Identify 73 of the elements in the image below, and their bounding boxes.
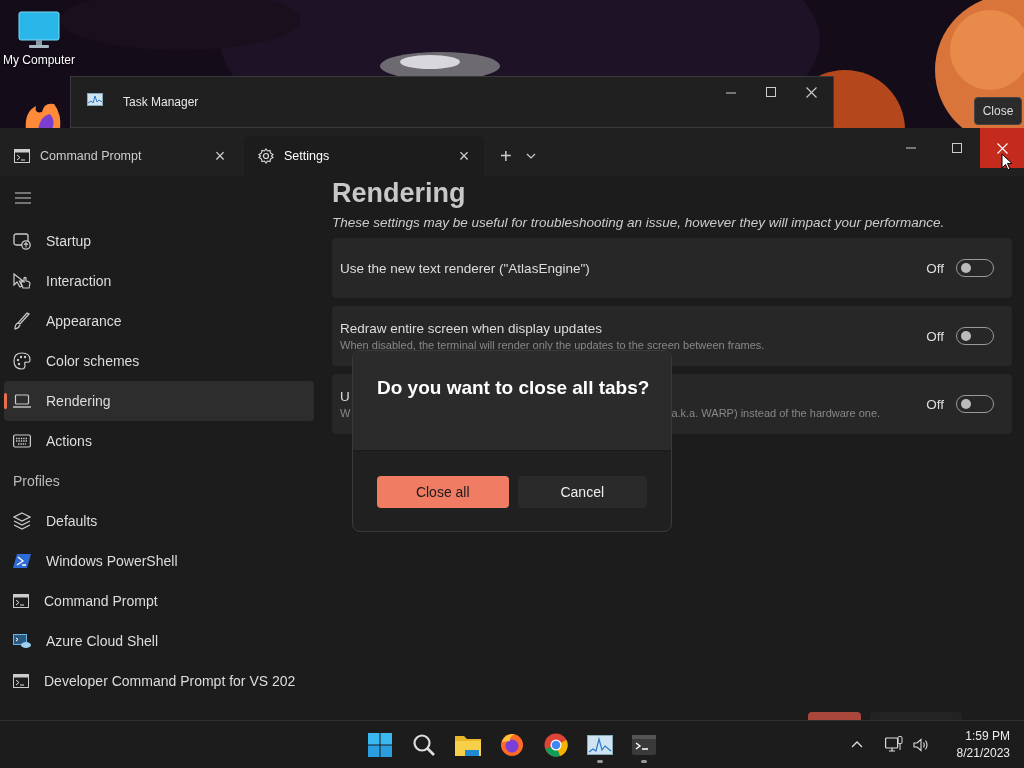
maximize-icon [952, 143, 962, 153]
tab-close-button[interactable]: × [456, 145, 472, 167]
window-title: Task Manager [123, 95, 199, 109]
monitor-network-icon[interactable] [884, 736, 903, 753]
search-icon[interactable] [413, 733, 435, 756]
chart-window-icon [87, 93, 103, 106]
fox-globe-icon[interactable] [500, 732, 524, 757]
sidebar-item[interactable]: Defaults [4, 501, 314, 541]
console-icon [13, 594, 29, 608]
chevron-up-icon[interactable] [850, 741, 863, 748]
sidebar-item[interactable]: Command Prompt [4, 581, 314, 621]
chevron-down-icon[interactable] [525, 153, 536, 159]
minimize-icon [906, 147, 916, 149]
desktop-icon-label[interactable]: My Computer [3, 53, 75, 67]
running-indicator [641, 760, 647, 763]
close-icon[interactable] [806, 87, 817, 98]
keyboard-icon [13, 434, 31, 448]
setting-description: a.k.a. WARP) instead of the hardware one. [671, 407, 881, 419]
section-heading: Profiles [12, 472, 61, 491]
toggle-state-label: Off [926, 260, 944, 276]
sidebar-item[interactable]: Color schemes [4, 341, 314, 381]
sidebar-item[interactable]: Rendering [4, 381, 314, 421]
terminal-icon[interactable] [632, 734, 656, 755]
tab-close-button[interactable]: × [212, 145, 228, 167]
new-tab-button[interactable]: + [500, 136, 512, 176]
tooltip: Close [974, 97, 1022, 125]
close-icon [996, 142, 1008, 154]
setting-description: W [340, 407, 351, 419]
pointer-hand-icon [13, 273, 31, 289]
speaker-icon[interactable] [912, 737, 929, 752]
monitor-icon[interactable] [17, 10, 61, 50]
tab[interactable]: Command Prompt × [0, 136, 240, 176]
page-title: Rendering [332, 177, 467, 209]
clock-time[interactable]: 1:59 PM [965, 729, 1010, 743]
laptop-icon [13, 394, 31, 408]
maximize-icon[interactable] [766, 87, 776, 97]
setting-title: U [340, 389, 350, 404]
sidebar-item[interactable]: Windows PowerShell [4, 541, 314, 581]
cloud-console-icon [13, 634, 31, 648]
clock-date[interactable]: 8/21/2023 [956, 746, 1010, 760]
dialog-title: Do you want to close all tabs? [377, 377, 651, 399]
toggle-state-label: Off [926, 328, 944, 344]
window-arrow-icon [13, 232, 31, 250]
close-all-button[interactable]: Close all [377, 476, 509, 508]
page-subtitle: These settings may be useful for troubleshooting an issue, however they will impact your performance. [332, 215, 946, 230]
menu-icon[interactable] [15, 192, 31, 204]
powershell-icon [13, 554, 31, 568]
cancel-button[interactable]: Cancel [517, 476, 647, 508]
setting-title: Use the new text renderer ("AtlasEngine") [340, 260, 590, 276]
sidebar-item[interactable]: Developer Command Prompt for VS 202 [4, 661, 314, 701]
sidebar-item[interactable]: Actions [4, 421, 314, 461]
sidebar-item[interactable]: Appearance [4, 301, 314, 341]
layers-icon [13, 512, 31, 530]
brush-icon [13, 312, 31, 330]
selection-indicator [4, 393, 7, 409]
close-button[interactable] [980, 128, 1024, 168]
settings-icon [258, 148, 274, 164]
folder-icon[interactable] [455, 733, 481, 756]
toggle-state-label: Off [926, 396, 944, 412]
sidebar-item[interactable]: Azure Cloud Shell [4, 621, 314, 661]
cursor-icon [1001, 153, 1013, 171]
sidebar-item[interactable]: Startup [4, 221, 314, 261]
sidebar-item[interactable]: Interaction [4, 261, 314, 301]
setting-title: Redraw entire screen when display updates [340, 321, 602, 336]
tab[interactable]: Settings × [244, 136, 484, 176]
chart-window-icon[interactable] [587, 734, 613, 755]
chrome-logo-icon[interactable] [544, 732, 568, 757]
setting-description: When disabled, the terminal will render only the updates to the screen between frames. [340, 339, 765, 351]
console-icon [14, 149, 30, 163]
palette-icon [13, 352, 31, 370]
console-icon [13, 674, 29, 688]
running-indicator [597, 760, 603, 763]
windows-logo-icon[interactable] [368, 732, 392, 757]
